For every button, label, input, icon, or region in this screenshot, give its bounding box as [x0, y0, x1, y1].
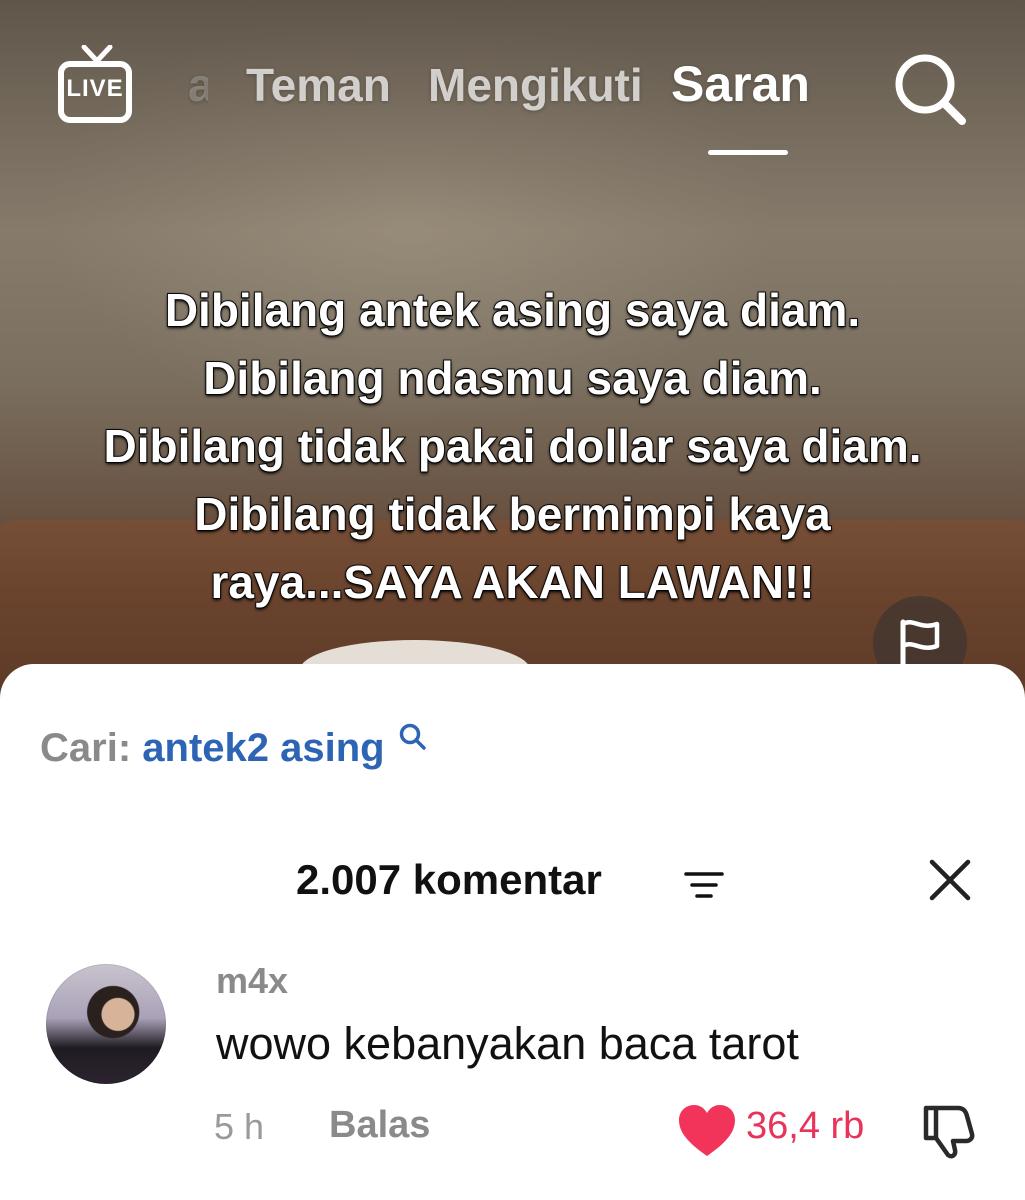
close-icon[interactable] — [926, 856, 974, 904]
caption-line: Dibilang tidak bermimpi kaya — [193, 487, 832, 541]
comment-timestamp: 5 h — [214, 1106, 265, 1147]
avatar[interactable] — [46, 964, 166, 1084]
like-count: 36,4 rb — [746, 1105, 865, 1147]
live-label: LIVE — [66, 75, 124, 102]
video-caption: Dibilang antek asing saya diam. Dibilang… — [0, 276, 1025, 616]
comment-sheet: Cari: antek2 asing 2.007 komentar m4x wo… — [0, 664, 1025, 1200]
tab-saran[interactable]: Saran — [671, 55, 810, 113]
caption-line: Dibilang antek asing saya diam. — [164, 283, 861, 337]
flag-icon — [900, 619, 940, 668]
tab-teman[interactable]: Teman — [246, 58, 391, 112]
reply-button[interactable]: Balas — [329, 1104, 430, 1147]
search-icon[interactable] — [890, 48, 972, 130]
tab-hidden[interactable]: a — [188, 58, 208, 112]
active-tab-indicator — [708, 150, 788, 155]
thumbs-down-icon[interactable] — [918, 1100, 978, 1160]
live-button[interactable]: LIVE — [58, 45, 136, 127]
caption-line: Dibilang tidak pakai dollar saya diam. — [102, 419, 922, 473]
search-icon — [399, 723, 426, 750]
comment-text: wowo kebanyakan baca tarot — [216, 1018, 799, 1069]
caption-line: Dibilang ndasmu saya diam. — [202, 351, 823, 405]
search-suggestion[interactable]: Cari: antek2 asing — [40, 723, 428, 771]
sort-icon[interactable] — [684, 870, 724, 900]
tab-mengikuti[interactable]: Mengikuti — [428, 58, 643, 112]
caption-line: raya...SAYA AKAN LAWAN!! — [209, 555, 815, 609]
search-suggestion-term[interactable]: antek2 asing — [142, 726, 384, 770]
search-suggestion-label: Cari: — [40, 726, 132, 770]
comment-username[interactable]: m4x — [216, 960, 288, 1002]
heart-icon[interactable] — [677, 1104, 737, 1158]
comment-count: 2.007 komentar — [296, 856, 602, 903]
